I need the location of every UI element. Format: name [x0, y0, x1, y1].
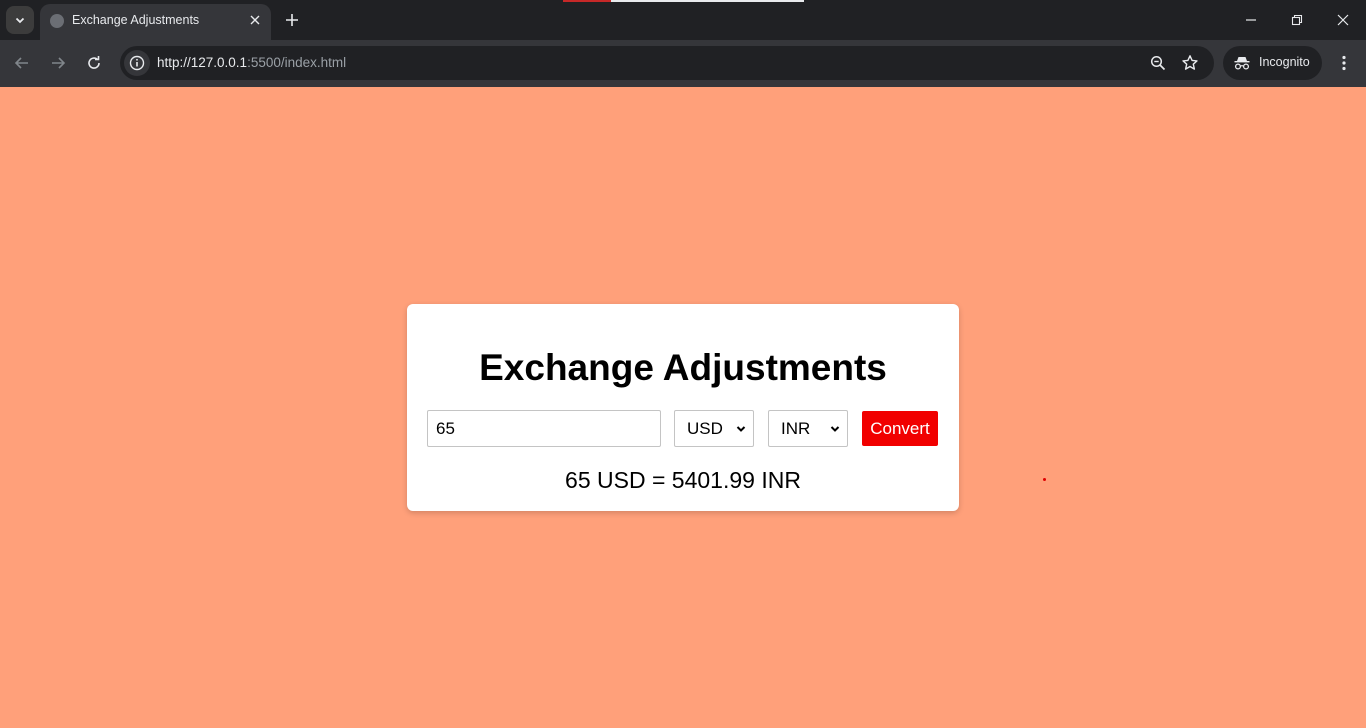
reload-button[interactable] — [80, 49, 108, 77]
incognito-label: Incognito — [1259, 55, 1310, 69]
converter-card: Exchange Adjustments USD INR Convert 65 … — [407, 304, 959, 511]
amount-input[interactable] — [427, 410, 661, 447]
reload-icon — [88, 56, 100, 69]
browser-menu-button[interactable] — [1332, 49, 1356, 77]
close-icon — [1337, 14, 1349, 26]
tab-active[interactable]: Exchange Adjustments — [40, 4, 271, 40]
zoom-out-icon — [1150, 55, 1166, 71]
tab-title: Exchange Adjustments — [72, 13, 200, 27]
incognito-icon — [1234, 57, 1250, 70]
arrow-left-icon — [14, 57, 28, 69]
convert-button[interactable]: Convert — [862, 411, 938, 446]
tab-search-button[interactable] — [6, 6, 34, 34]
top-accent-bar — [563, 0, 611, 2]
bookmark-button[interactable] — [1178, 51, 1202, 75]
address-bar[interactable]: http://127.0.0.1:5500/index.html — [120, 46, 1214, 80]
browser-toolbar: http://127.0.0.1:5500/index.html Incogni… — [0, 40, 1366, 87]
incognito-indicator[interactable]: Incognito — [1223, 46, 1322, 80]
tab-strip: Exchange Adjustments — [0, 0, 1366, 40]
minimize-button[interactable] — [1228, 6, 1274, 34]
page-viewport: Exchange Adjustments USD INR Convert 65 … — [0, 87, 1366, 728]
url-path: :5500/index.html — [247, 55, 347, 70]
conversion-result: 65 USD = 5401.99 INR — [565, 467, 801, 493]
minimize-icon — [1246, 19, 1256, 21]
tab-close-button[interactable] — [247, 12, 263, 28]
url-text[interactable]: http://127.0.0.1:5500/index.html — [157, 55, 346, 70]
info-icon — [129, 55, 145, 71]
chevron-down-icon — [15, 17, 25, 24]
kebab-menu-icon — [1342, 55, 1346, 71]
back-button[interactable] — [8, 49, 36, 77]
globe-icon — [50, 14, 64, 28]
star-icon — [1182, 55, 1198, 70]
from-currency-select[interactable]: USD — [674, 410, 754, 447]
browser-window: Exchange Adjustments http://127.0.0.1:55… — [0, 0, 1366, 728]
from-currency-value: USD — [687, 419, 723, 438]
chevron-down-icon — [830, 426, 840, 432]
arrow-right-icon — [52, 57, 66, 69]
new-tab-button[interactable] — [280, 8, 304, 32]
top-accent-bar-light — [611, 0, 804, 2]
url-host: http://127.0.0.1 — [157, 55, 248, 70]
close-icon — [250, 15, 260, 25]
restore-icon — [1291, 14, 1303, 26]
close-window-button[interactable] — [1320, 6, 1366, 34]
page-title: Exchange Adjustments — [479, 347, 887, 388]
forward-button[interactable] — [44, 49, 72, 77]
cursor-dot — [1043, 478, 1046, 481]
zoom-button[interactable] — [1146, 51, 1170, 75]
chevron-down-icon — [736, 426, 746, 432]
site-info-button[interactable] — [124, 50, 150, 76]
plus-icon — [286, 14, 298, 26]
to-currency-select[interactable]: INR — [768, 410, 848, 447]
to-currency-value: INR — [781, 419, 811, 438]
restore-button[interactable] — [1274, 6, 1320, 34]
